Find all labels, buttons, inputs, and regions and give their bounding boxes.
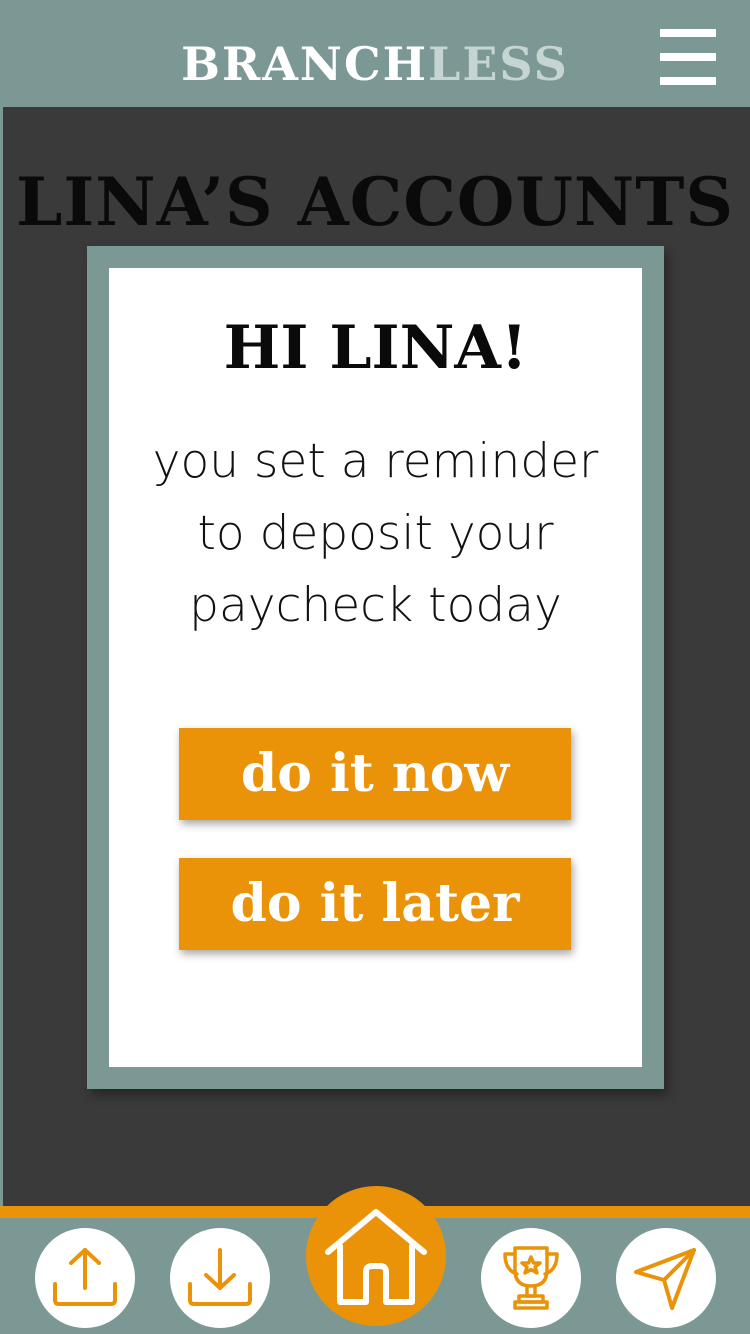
upload-icon: [53, 1248, 117, 1306]
hamburger-menu-icon[interactable]: [660, 29, 716, 85]
brand-part-branch: BRANCH: [181, 37, 429, 91]
reminder-card: HI LINA! you set a reminder to deposit y…: [109, 268, 642, 1067]
home-icon: [325, 1209, 427, 1305]
nav-upload-button[interactable]: [35, 1228, 135, 1328]
menu-bar: [660, 29, 716, 37]
app-screen: BRANCHLESS LINA’S ACCOUNTS HI LINA! you …: [0, 0, 750, 1334]
top-header: BRANCHLESS: [0, 0, 750, 107]
reminder-message: you set a reminder to deposit your paych…: [119, 426, 632, 642]
brand-part-less: LESS: [428, 37, 569, 91]
page-title: LINA’S ACCOUNTS: [15, 163, 735, 241]
menu-bar: [660, 53, 716, 61]
reminder-message-line: you set a reminder: [152, 434, 599, 489]
reminder-card-frame: HI LINA! you set a reminder to deposit y…: [87, 246, 664, 1089]
do-it-now-button[interactable]: do it now: [179, 728, 571, 820]
nav-send-button[interactable]: [616, 1228, 716, 1328]
trophy-icon: [503, 1246, 559, 1310]
nav-trophy-button[interactable]: [481, 1228, 581, 1328]
brand-logo: BRANCHLESS: [0, 36, 750, 92]
reminder-message-line: to deposit your: [197, 506, 554, 561]
reminder-message-line: paycheck today: [189, 578, 562, 633]
download-icon: [188, 1248, 252, 1306]
send-icon: [634, 1248, 696, 1310]
nav-download-button[interactable]: [170, 1228, 270, 1328]
nav-home-button[interactable]: [306, 1186, 446, 1326]
do-it-later-button[interactable]: do it later: [179, 858, 571, 950]
left-edge-accent: [0, 107, 3, 1207]
menu-bar: [660, 77, 716, 85]
greeting-heading: HI LINA!: [223, 313, 528, 383]
